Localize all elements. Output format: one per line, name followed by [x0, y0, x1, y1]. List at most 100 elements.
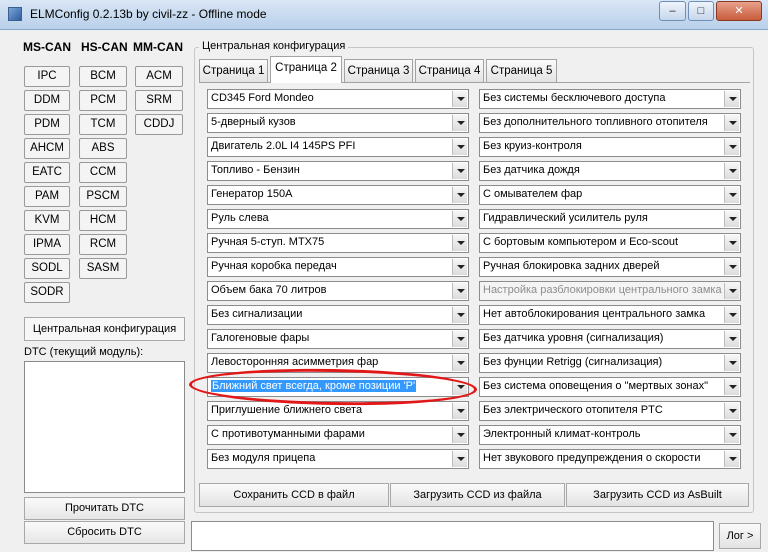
combo-gearbox-type[interactable]: Ручная коробка передач: [207, 257, 469, 277]
combo-blind-spot[interactable]: Без система оповещения о "мертвых зонах": [479, 377, 741, 397]
load-ccd-asbuilt-button[interactable]: Загрузить CCD из AsBuilt: [566, 483, 749, 507]
module-tcm-button[interactable]: TCM: [79, 114, 127, 135]
combo-low-beam[interactable]: Ближний свет всегда, кроме позиции 'P': [207, 377, 469, 397]
combo-headlight-asymmetry[interactable]: Левосторонняя асимметрия фар: [207, 353, 469, 373]
combo-trailer[interactable]: Без модуля прицепа: [207, 449, 469, 469]
dtc-list[interactable]: [24, 361, 185, 493]
module-srm-button[interactable]: SRM: [135, 90, 183, 111]
tab-page-5[interactable]: Страница 5: [486, 59, 557, 82]
minimize-button[interactable]: –: [659, 1, 686, 21]
combo-fuel[interactable]: Топливо - Бензин: [207, 161, 469, 181]
combo-body[interactable]: CD345 Ford Mondeo: [207, 89, 469, 109]
module-pcm-button[interactable]: PCM: [79, 90, 127, 111]
chevron-down-icon[interactable]: [452, 451, 467, 467]
chevron-down-icon[interactable]: [724, 211, 739, 227]
chevron-down-icon[interactable]: [724, 331, 739, 347]
combo-alarm[interactable]: Без сигнализации: [207, 305, 469, 325]
combo-steering[interactable]: Руль слева: [207, 209, 469, 229]
chevron-down-icon[interactable]: [724, 451, 739, 467]
module-rcm-button[interactable]: RCM: [79, 234, 127, 255]
combo-rear-door-lock[interactable]: Ручная блокировка задних дверей: [479, 257, 741, 277]
chevron-down-icon[interactable]: [724, 235, 739, 251]
combo-headlamp-washer[interactable]: С омывателем фар: [479, 185, 741, 205]
chevron-down-icon[interactable]: [452, 331, 467, 347]
clear-dtc-button[interactable]: Сбросить DTC: [24, 521, 185, 544]
module-kvm-button[interactable]: KVM: [24, 210, 70, 231]
module-pdm-button[interactable]: PDM: [24, 114, 70, 135]
chevron-down-icon[interactable]: [452, 211, 467, 227]
module-hcm-button[interactable]: HCM: [79, 210, 127, 231]
module-cddj-button[interactable]: CDDJ: [135, 114, 183, 135]
read-dtc-button[interactable]: Прочитать DTC: [24, 497, 185, 520]
close-button[interactable]: ✕: [716, 1, 762, 21]
module-abs-button[interactable]: ABS: [79, 138, 127, 159]
chevron-down-icon[interactable]: [452, 163, 467, 179]
chevron-down-icon[interactable]: [724, 91, 739, 107]
chevron-down-icon[interactable]: [724, 355, 739, 371]
central-config-button[interactable]: Центральная конфигурация: [24, 317, 185, 341]
tab-page-3[interactable]: Страница 3: [344, 59, 413, 82]
combo-low-beam-dimming[interactable]: Приглушение ближнего света: [207, 401, 469, 421]
module-ipc-button[interactable]: IPC: [24, 66, 70, 87]
tab-page-4[interactable]: Страница 4: [415, 59, 484, 82]
module-bcm-button[interactable]: BCM: [79, 66, 127, 87]
chevron-down-icon[interactable]: [452, 91, 467, 107]
combo-tank[interactable]: Объем бака 70 литров: [207, 281, 469, 301]
combo-trip-computer[interactable]: С бортовым компьютером и Eco-scout: [479, 233, 741, 253]
module-sodr-button[interactable]: SODR: [24, 282, 70, 303]
chevron-down-icon[interactable]: [452, 355, 467, 371]
tab-page-1[interactable]: Страница 1: [199, 59, 268, 82]
chevron-down-icon[interactable]: [724, 139, 739, 155]
chevron-down-icon[interactable]: [452, 403, 467, 419]
log-field[interactable]: [191, 521, 714, 551]
module-ddm-button[interactable]: DDM: [24, 90, 70, 111]
chevron-down-icon[interactable]: [452, 427, 467, 443]
log-button[interactable]: Лог >: [719, 523, 761, 549]
chevron-down-icon[interactable]: [724, 307, 739, 323]
save-ccd-button[interactable]: Сохранить CCD в файл: [199, 483, 389, 507]
module-ccm-button[interactable]: CCM: [79, 162, 127, 183]
combo-cruise[interactable]: Без круиз-контроля: [479, 137, 741, 157]
combo-ptc-heater[interactable]: Без электрического отопителя PTC: [479, 401, 741, 421]
chevron-down-icon[interactable]: [452, 187, 467, 203]
maximize-button[interactable]: □: [688, 1, 714, 21]
combo-fuel-heater[interactable]: Без дополнительного топливного отопителя: [479, 113, 741, 133]
module-sasm-button[interactable]: SASM: [79, 258, 127, 279]
module-eatc-button[interactable]: EATC: [24, 162, 70, 183]
combo-fog-lights[interactable]: С противотуманными фарами: [207, 425, 469, 445]
combo-keyless[interactable]: Без системы бесключевого доступа: [479, 89, 741, 109]
combo-speed-warning[interactable]: Нет звукового предупреждения о скорости: [479, 449, 741, 469]
chevron-down-icon[interactable]: [452, 235, 467, 251]
combo-gearbox-model[interactable]: Ручная 5-ступ. MTX75: [207, 233, 469, 253]
module-ahcm-button[interactable]: AHCM: [24, 138, 70, 159]
chevron-down-icon[interactable]: [724, 403, 739, 419]
chevron-down-icon[interactable]: [452, 259, 467, 275]
module-ipma-button[interactable]: IPMA: [24, 234, 70, 255]
tab-page-2[interactable]: Страница 2: [270, 56, 342, 83]
module-pam-button[interactable]: PAM: [24, 186, 70, 207]
combo-rain-sensor[interactable]: Без датчика дождя: [479, 161, 741, 181]
chevron-down-icon[interactable]: [724, 163, 739, 179]
chevron-down-icon[interactable]: [724, 187, 739, 203]
module-pscm-button[interactable]: PSCM: [79, 186, 127, 207]
combo-doors[interactable]: 5-дверный кузов: [207, 113, 469, 133]
module-sodl-button[interactable]: SODL: [24, 258, 70, 279]
combo-level-sensor[interactable]: Без датчика уровня (сигнализация): [479, 329, 741, 349]
chevron-down-icon[interactable]: [724, 427, 739, 443]
chevron-down-icon[interactable]: [452, 307, 467, 323]
chevron-down-icon[interactable]: [452, 283, 467, 299]
combo-engine[interactable]: Двигатель 2.0L I4 145PS PFI: [207, 137, 469, 157]
combo-generator[interactable]: Генератор 150А: [207, 185, 469, 205]
chevron-down-icon[interactable]: [724, 259, 739, 275]
chevron-down-icon[interactable]: [452, 379, 467, 395]
chevron-down-icon[interactable]: [452, 115, 467, 131]
module-acm-button[interactable]: ACM: [135, 66, 183, 87]
combo-auto-lock[interactable]: Нет автоблокирования центрального замка: [479, 305, 741, 325]
combo-retrigg[interactable]: Без фунции Retrigg (сигнализация): [479, 353, 741, 373]
chevron-down-icon[interactable]: [724, 115, 739, 131]
combo-power-steering[interactable]: Гидравлический усилитель руля: [479, 209, 741, 229]
combo-headlights[interactable]: Галогеновые фары: [207, 329, 469, 349]
chevron-down-icon[interactable]: [452, 139, 467, 155]
load-ccd-file-button[interactable]: Загрузить CCD из файла: [390, 483, 565, 507]
combo-climate[interactable]: Электронный климат-контроль: [479, 425, 741, 445]
